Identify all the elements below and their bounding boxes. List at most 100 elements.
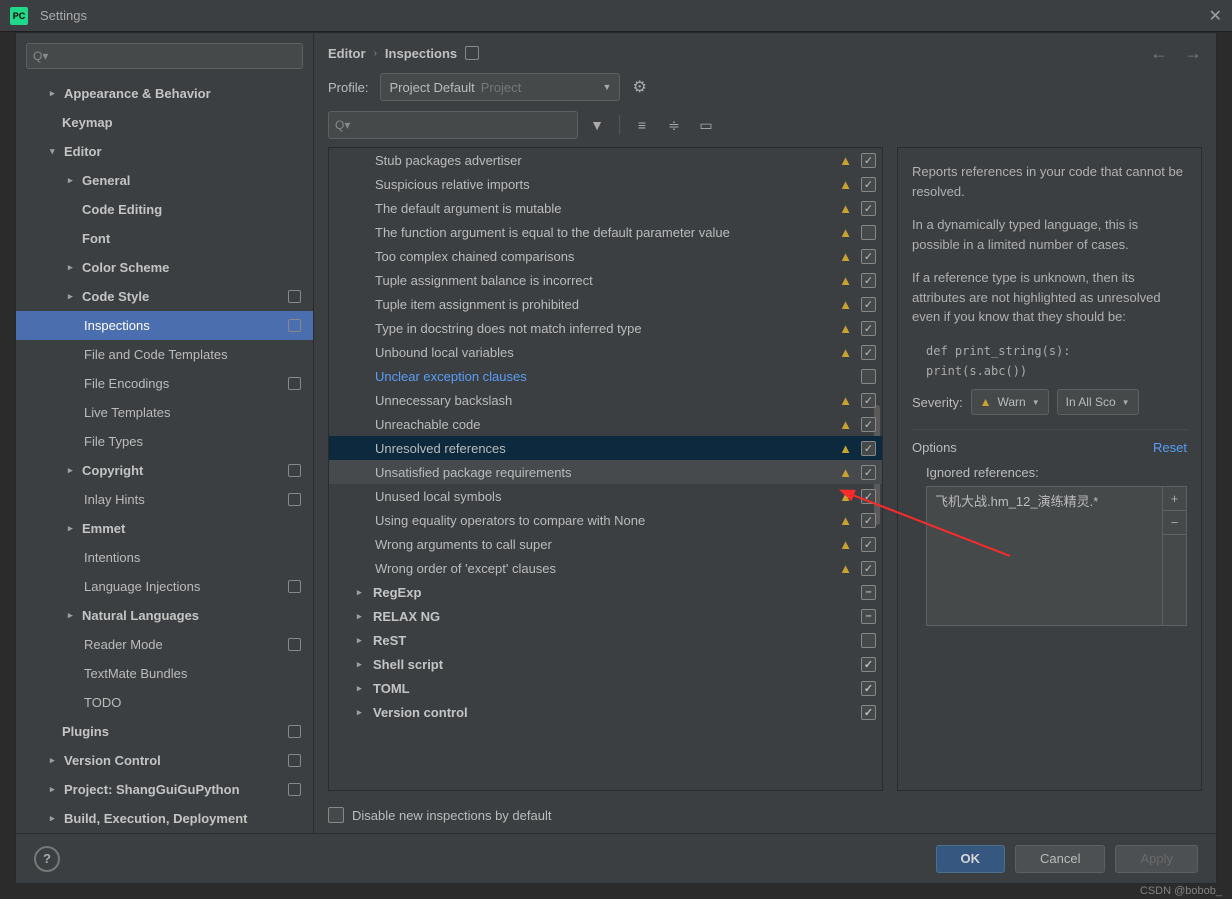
sidebar-item[interactable]: ▸Build, Execution, Deployment xyxy=(16,804,313,833)
sidebar-item[interactable]: File Encodings xyxy=(16,369,313,398)
inspection-checkbox[interactable] xyxy=(861,321,876,336)
sidebar-item[interactable]: ▸Natural Languages xyxy=(16,601,313,630)
nav-forward-icon[interactable]: → xyxy=(1184,43,1202,64)
group-checkbox[interactable] xyxy=(861,681,876,696)
sidebar-search-input[interactable]: Q­▾ xyxy=(26,43,303,69)
inspection-row[interactable]: The function argument is equal to the de… xyxy=(329,220,882,244)
sidebar-item[interactable]: Plugins xyxy=(16,717,313,746)
group-checkbox[interactable] xyxy=(861,585,876,600)
sidebar-item[interactable]: Live Templates xyxy=(16,398,313,427)
inspection-row[interactable]: Suspicious relative imports▲ xyxy=(329,172,882,196)
sidebar-item[interactable]: Inspections xyxy=(16,311,313,340)
inspection-checkbox[interactable] xyxy=(861,297,876,312)
inspection-group[interactable]: ▸Shell script xyxy=(329,652,882,676)
inspection-row[interactable]: Tuple assignment balance is incorrect▲ xyxy=(329,268,882,292)
inspection-row[interactable]: Tuple item assignment is prohibited▲ xyxy=(329,292,882,316)
inspection-group[interactable]: ▸Version control xyxy=(329,700,882,724)
disable-new-inspections-checkbox[interactable] xyxy=(328,807,344,823)
sidebar-item[interactable]: ▸General xyxy=(16,166,313,195)
inspection-row[interactable]: Unused local symbols▲ xyxy=(329,484,882,508)
inspection-row[interactable]: Wrong order of 'except' clauses▲ xyxy=(329,556,882,580)
sidebar-item[interactable]: File and Code Templates xyxy=(16,340,313,369)
add-button[interactable]: + xyxy=(1163,487,1186,511)
inspection-row[interactable]: Unclear exception clauses xyxy=(329,364,882,388)
inspection-checkbox[interactable] xyxy=(861,537,876,552)
inspection-checkbox[interactable] xyxy=(861,153,876,168)
inspection-checkbox[interactable] xyxy=(861,393,876,408)
ignored-list[interactable]: 飞机大战.hm_12_演练精灵.* xyxy=(927,487,1162,625)
inspection-row[interactable]: Stub packages advertiser▲ xyxy=(329,148,882,172)
ok-button[interactable]: OK xyxy=(936,845,1006,873)
sidebar-item[interactable]: TextMate Bundles xyxy=(16,659,313,688)
inspection-search-input[interactable]: Q­▾ xyxy=(328,111,578,139)
inspection-checkbox[interactable] xyxy=(861,345,876,360)
sidebar-item[interactable]: Keymap xyxy=(16,108,313,137)
apply-button[interactable]: Apply xyxy=(1115,845,1198,873)
inspection-checkbox[interactable] xyxy=(861,177,876,192)
sidebar-item[interactable]: Reader Mode xyxy=(16,630,313,659)
group-checkbox[interactable] xyxy=(861,705,876,720)
sidebar-item[interactable]: Intentions xyxy=(16,543,313,572)
expand-all-icon[interactable]: ≡ xyxy=(629,112,655,138)
group-checkbox[interactable] xyxy=(861,633,876,648)
sidebar-item[interactable]: ▾Editor xyxy=(16,137,313,166)
inspection-checkbox[interactable] xyxy=(861,225,876,240)
nav-back-icon[interactable]: ← xyxy=(1150,43,1168,64)
reset-link[interactable]: Reset xyxy=(1153,440,1187,455)
settings-tree[interactable]: ▸Appearance & BehaviorKeymap▾Editor▸Gene… xyxy=(16,75,313,833)
filter-icon[interactable]: ▼ xyxy=(584,112,610,138)
inspection-checkbox[interactable] xyxy=(861,417,876,432)
sidebar-item[interactable]: Language Injections xyxy=(16,572,313,601)
scope-combo[interactable]: In All Sco▼ xyxy=(1057,389,1139,415)
collapse-all-icon[interactable]: ≑ xyxy=(661,112,687,138)
sidebar-item[interactable]: File Types xyxy=(16,427,313,456)
inspection-checkbox[interactable] xyxy=(861,201,876,216)
group-checkbox[interactable] xyxy=(861,609,876,624)
inspection-checkbox[interactable] xyxy=(861,369,876,384)
breadcrumb-editor[interactable]: Editor xyxy=(328,46,366,61)
inspection-checkbox[interactable] xyxy=(861,465,876,480)
inspection-row[interactable]: The default argument is mutable▲ xyxy=(329,196,882,220)
severity-combo[interactable]: ▲ Warn▼ xyxy=(971,389,1049,415)
sidebar-item[interactable]: Code Editing xyxy=(16,195,313,224)
inspection-row[interactable]: Unreachable code▲ xyxy=(329,412,882,436)
inspection-checkbox[interactable] xyxy=(861,513,876,528)
inspection-checkbox[interactable] xyxy=(861,249,876,264)
sidebar-item[interactable]: ▸Code Style xyxy=(16,282,313,311)
inspection-row[interactable]: Unsatisfied package requirements▲ xyxy=(329,460,882,484)
cancel-button[interactable]: Cancel xyxy=(1015,845,1105,873)
inspection-group[interactable]: ▸RELAX NG xyxy=(329,604,882,628)
sidebar-item[interactable]: Inlay Hints xyxy=(16,485,313,514)
profile-select[interactable]: Project Default Project ▼ xyxy=(380,73,620,101)
inspection-checkbox[interactable] xyxy=(861,489,876,504)
inspection-row[interactable]: Wrong arguments to call super▲ xyxy=(329,532,882,556)
sidebar-item[interactable]: ▸Project: ShangGuiGuPython xyxy=(16,775,313,804)
inspection-checkbox[interactable] xyxy=(861,273,876,288)
sidebar-item[interactable]: Font xyxy=(16,224,313,253)
inspection-row[interactable]: Too complex chained comparisons▲ xyxy=(329,244,882,268)
inspection-checkbox[interactable] xyxy=(861,441,876,456)
remove-button[interactable]: − xyxy=(1163,511,1186,535)
group-checkbox[interactable] xyxy=(861,657,876,672)
sidebar-item[interactable]: ▸Appearance & Behavior xyxy=(16,79,313,108)
inspection-group[interactable]: ▸ReST xyxy=(329,628,882,652)
sidebar-item[interactable]: ▸Version Control xyxy=(16,746,313,775)
sidebar-item[interactable]: ▸Emmet xyxy=(16,514,313,543)
inspection-row[interactable]: Using equality operators to compare with… xyxy=(329,508,882,532)
sidebar-item[interactable]: ▸Copyright xyxy=(16,456,313,485)
inspection-row[interactable]: Unresolved references▲ xyxy=(329,436,882,460)
close-icon[interactable]: ✕ xyxy=(1209,6,1222,26)
show-only-icon[interactable]: ▭ xyxy=(693,112,719,138)
help-button[interactable]: ? xyxy=(34,846,60,872)
inspection-list[interactable]: Stub packages advertiser▲Suspicious rela… xyxy=(328,147,883,791)
inspection-group[interactable]: ▸TOML xyxy=(329,676,882,700)
sidebar-item[interactable]: ▸Color Scheme xyxy=(16,253,313,282)
inspection-checkbox[interactable] xyxy=(861,561,876,576)
gear-icon[interactable]: ⚙ xyxy=(632,77,646,97)
sidebar-item[interactable]: TODO xyxy=(16,688,313,717)
ignored-entry[interactable]: 飞机大战.hm_12_演练精灵.* xyxy=(935,491,1154,510)
inspection-row[interactable]: Unnecessary backslash▲ xyxy=(329,388,882,412)
inspection-group[interactable]: ▸RegExp xyxy=(329,580,882,604)
inspection-row[interactable]: Unbound local variables▲ xyxy=(329,340,882,364)
inspection-row[interactable]: Type in docstring does not match inferre… xyxy=(329,316,882,340)
